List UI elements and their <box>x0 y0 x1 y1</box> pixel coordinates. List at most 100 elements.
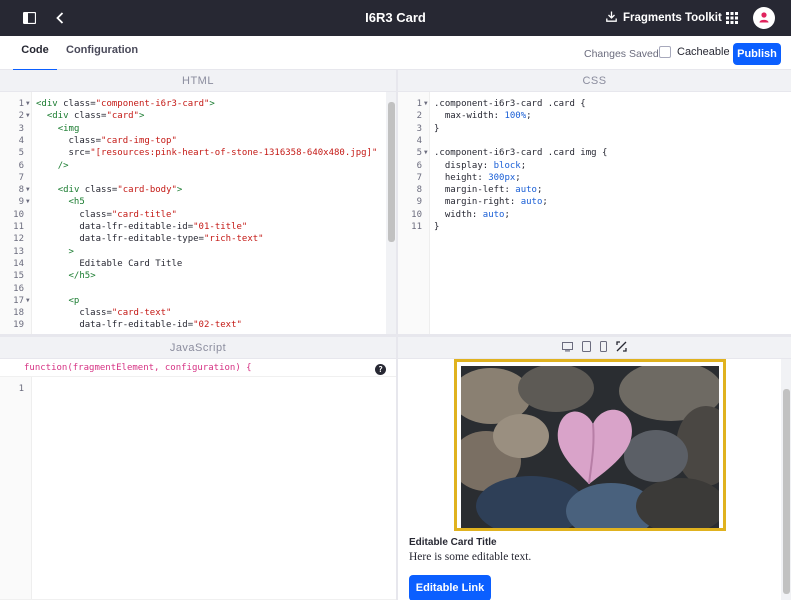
code-text: .component-i6r3-card .card { <box>434 99 586 109</box>
javascript-panel: JavaScript function(fragmentElement, con… <box>0 337 396 600</box>
card-image[interactable] <box>461 366 719 528</box>
line-number: 3 <box>416 123 422 134</box>
line-number: 14 <box>13 258 24 269</box>
line-number: 7 <box>416 172 422 183</box>
viewport-toolbar <box>398 337 791 359</box>
code-text: /> <box>57 160 69 171</box>
html-panel-header: HTML <box>0 70 396 92</box>
preview-scrollbar-thumb[interactable] <box>783 389 790 594</box>
desktop-icon[interactable] <box>562 341 573 355</box>
html-scrollbar[interactable] <box>386 92 396 334</box>
fold-arrow-icon[interactable]: ▼ <box>26 110 30 122</box>
fold-arrow-icon[interactable]: ▼ <box>424 98 428 110</box>
css-panel: CSS 1 ▼ .component-i6r3-card .card {2 max-… <box>398 70 791 334</box>
code-text: display: block; <box>434 160 527 171</box>
download-icon <box>606 11 617 25</box>
code-text: width: auto; <box>434 209 510 220</box>
code-text: data-lfr-editable-id="02-text" <box>36 320 242 331</box>
code-text: src="[resources:pink-heart-of-stone-1316… <box>36 148 378 159</box>
line-number: 17 <box>13 295 24 306</box>
question-circle-icon[interactable]: ? <box>375 364 386 375</box>
grid-icon[interactable] <box>725 0 739 36</box>
js-function-signature: function(fragmentElement, configuration)… <box>24 363 252 373</box>
js-signature-bar: function(fragmentElement, configuration)… <box>0 359 396 377</box>
line-number: 1 <box>416 99 422 109</box>
code-text: <div class="component-i6r3-card"> <box>36 99 215 109</box>
line-number: 11 <box>13 222 24 232</box>
line-number: 3 <box>18 123 24 134</box>
line-number: 12 <box>13 234 24 245</box>
top-bar: I6R3 Card Fragments Toolkit <box>0 0 791 36</box>
code-text: Editable Card Title <box>36 258 183 269</box>
line-number: 15 <box>13 271 24 282</box>
line-number: 5 <box>18 148 24 159</box>
cacheable-toggle[interactable]: Cacheable <box>659 46 730 58</box>
line-number: 8 <box>18 185 24 196</box>
line-number: 10 <box>411 209 422 220</box>
line-gutter <box>0 377 32 599</box>
user-icon <box>758 11 770 26</box>
line-number: 18 <box>13 308 24 319</box>
line-number: 11 <box>411 222 422 232</box>
preview-scrollbar[interactable] <box>781 359 791 600</box>
html-scrollbar-thumb[interactable] <box>388 102 395 242</box>
save-status: Changes Saved <box>584 48 659 60</box>
line-number: 4 <box>416 135 422 146</box>
code-text: class="card-text" <box>36 308 172 319</box>
line-number: 19 <box>13 320 24 331</box>
line-number: 1 <box>18 384 24 394</box>
code-text: margin-right: auto; <box>434 197 548 208</box>
fragments-toolkit-button[interactable]: Fragments Toolkit <box>606 0 722 36</box>
user-avatar[interactable] <box>753 7 775 29</box>
code-text: > <box>68 246 74 257</box>
card-text[interactable]: Here is some editable text. <box>409 551 531 563</box>
card-title[interactable]: Editable Card Title <box>409 537 497 548</box>
line-number: 16 <box>13 283 24 294</box>
code-text: max-width: 100%; <box>434 111 532 122</box>
line-number: 10 <box>13 209 24 220</box>
line-number: 13 <box>13 246 24 257</box>
javascript-panel-header: JavaScript <box>0 337 396 359</box>
fold-arrow-icon[interactable]: ▼ <box>26 184 30 196</box>
publish-button[interactable]: Publish <box>733 43 781 65</box>
fold-arrow-icon[interactable]: ▼ <box>26 98 30 110</box>
line-number: 7 <box>18 172 24 183</box>
line-number: 4 <box>18 135 24 146</box>
line-number: 5 <box>416 148 422 159</box>
code-text: <div class="card-body"> <box>57 185 183 196</box>
fold-arrow-icon[interactable]: ▼ <box>26 295 30 307</box>
html-code-editor[interactable]: 1 ▼ <div class="component-i6r3-card"> 2 ▼ <d… <box>0 92 396 334</box>
css-code-editor[interactable]: 1 ▼ .component-i6r3-card .card {2 max-widt… <box>398 92 791 334</box>
code-text: </h5> <box>68 271 96 282</box>
editable-link-button[interactable]: Editable Link <box>409 575 491 600</box>
javascript-code-editor[interactable]: function(fragmentElement, configuration)… <box>0 359 396 600</box>
tab-configuration[interactable]: Configuration <box>66 44 138 62</box>
preview-panel: Editable Card Title Here is some editabl… <box>398 337 791 600</box>
cacheable-checkbox[interactable] <box>659 46 671 58</box>
code-text: } <box>434 222 440 232</box>
css-panel-header: CSS <box>398 70 791 92</box>
fold-arrow-icon[interactable]: ▼ <box>26 196 30 208</box>
line-number: 6 <box>18 160 24 171</box>
line-number: 8 <box>416 185 422 196</box>
code-text: margin-left: auto; <box>434 185 543 196</box>
code-text: data-lfr-editable-id="01-title" <box>36 222 248 232</box>
code-text: data-lfr-editable-type="rich-text" <box>36 234 264 245</box>
code-text: <img <box>57 123 80 134</box>
line-number: 9 <box>416 197 422 208</box>
line-number: 9 <box>18 197 24 208</box>
custom-size-icon[interactable] <box>616 340 627 355</box>
code-text: <p <box>68 295 80 306</box>
tablet-icon[interactable] <box>582 340 591 355</box>
code-text: } <box>434 123 440 134</box>
code-text: class="card-title" <box>36 209 177 220</box>
selected-fragment-frame[interactable] <box>454 359 726 531</box>
mobile-icon[interactable] <box>600 340 607 355</box>
line-number: 1 <box>18 99 24 109</box>
code-text: class="card-img-top" <box>36 135 177 146</box>
cacheable-label: Cacheable <box>677 46 730 58</box>
editor-toolbar: Code Configuration Changes Saved Cacheab… <box>0 36 791 71</box>
tab-code[interactable]: Code <box>13 44 57 71</box>
fold-arrow-icon[interactable]: ▼ <box>424 147 428 159</box>
html-panel: HTML 1 ▼ <div class="component-i6r3-card">… <box>0 70 396 334</box>
